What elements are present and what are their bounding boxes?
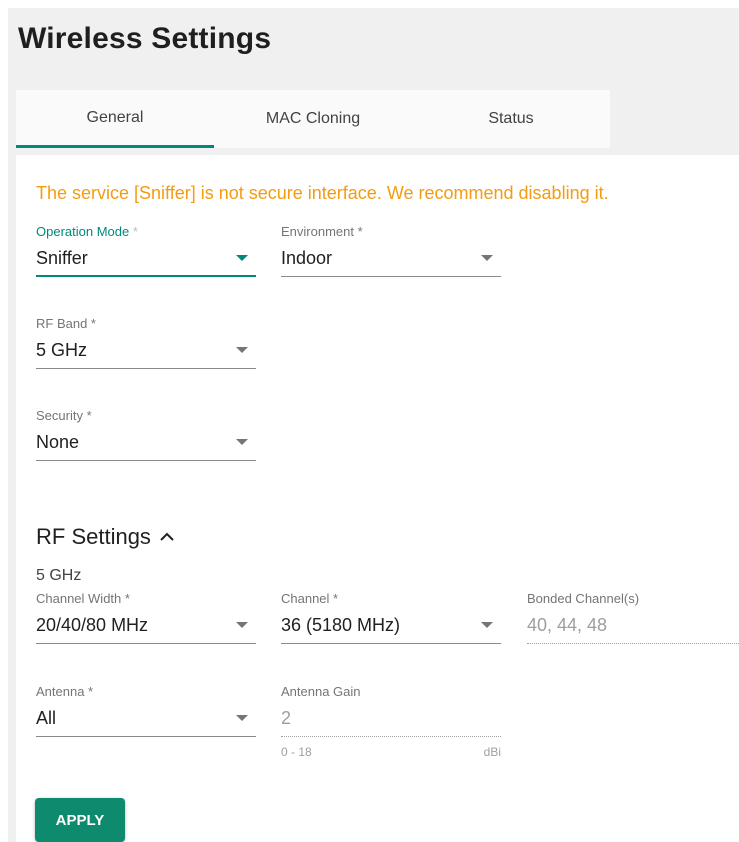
operation-mode-label: Operation Mode *	[36, 224, 138, 239]
channel-width-value: 20/40/80 MHz	[36, 615, 149, 635]
dropdown-caret-icon	[481, 255, 493, 261]
antenna-select[interactable]: All	[36, 706, 256, 737]
tab-status[interactable]: Status	[412, 90, 610, 148]
bonded-channels-field: Bonded Channel(s) 40, 44, 48	[527, 591, 739, 644]
operation-mode-value: Sniffer	[36, 248, 88, 268]
rf-band-field: RF Band * 5 GHz	[36, 316, 256, 369]
required-marker: *	[132, 224, 138, 239]
channel-value: 36 (5180 MHz)	[281, 615, 401, 635]
dropdown-caret-icon	[236, 255, 248, 261]
channel-width-field: Channel Width * 20/40/80 MHz	[36, 591, 256, 644]
chevron-up-icon	[160, 532, 174, 541]
channel-width-label: Channel Width *	[36, 591, 130, 606]
channel-width-select[interactable]: 20/40/80 MHz	[36, 613, 256, 644]
channel-label: Channel *	[281, 591, 339, 606]
operation-mode-select[interactable]: Sniffer	[36, 246, 256, 277]
antenna-gain-hint: 0 - 18 dBi	[281, 745, 501, 759]
bonded-channels-label: Bonded Channel(s)	[527, 591, 640, 606]
antenna-gain-label: Antenna Gain	[281, 684, 361, 699]
dropdown-caret-icon	[236, 439, 248, 445]
security-warning: The service [Sniffer] is not secure inte…	[36, 183, 609, 203]
channel-select[interactable]: 36 (5180 MHz)	[281, 613, 501, 644]
antenna-gain-value: 2	[281, 708, 292, 728]
channel-field: Channel * 36 (5180 MHz)	[281, 591, 501, 644]
security-field: Security * None	[36, 408, 256, 461]
antenna-label: Antenna *	[36, 684, 94, 699]
antenna-gain-input: 2	[281, 706, 501, 737]
apply-button[interactable]: APPLY	[35, 798, 125, 842]
tab-bar: General MAC Cloning Status	[16, 90, 610, 148]
environment-field: Environment * Indoor	[281, 224, 501, 277]
bonded-channels-display: 40, 44, 48	[527, 613, 739, 644]
security-label: Security *	[36, 408, 92, 423]
rf-band-select[interactable]: 5 GHz	[36, 338, 256, 369]
bonded-channels-value: 40, 44, 48	[527, 615, 608, 635]
environment-label: Environment *	[281, 224, 363, 239]
operation-mode-field: Operation Mode * Sniffer	[36, 224, 256, 277]
security-select[interactable]: None	[36, 430, 256, 461]
rf-settings-toggle[interactable]: RF Settings	[36, 524, 175, 550]
environment-value: Indoor	[281, 248, 333, 268]
security-value: None	[36, 432, 80, 452]
dropdown-caret-icon	[236, 347, 248, 353]
antenna-gain-unit: dBi	[483, 745, 501, 759]
tab-mac-cloning[interactable]: MAC Cloning	[214, 90, 412, 148]
antenna-gain-range: 0 - 18	[281, 745, 312, 759]
dropdown-caret-icon	[481, 622, 493, 628]
rf-settings-title: RF Settings	[36, 524, 151, 549]
page-title: Wireless Settings	[18, 22, 272, 55]
antenna-value: All	[36, 708, 57, 728]
dropdown-caret-icon	[236, 622, 248, 628]
antenna-field: Antenna * All	[36, 684, 256, 737]
dropdown-caret-icon	[236, 715, 248, 721]
rf-band-subtitle: 5 GHz	[36, 567, 82, 584]
rf-band-value: 5 GHz	[36, 340, 88, 360]
environment-select[interactable]: Indoor	[281, 246, 501, 277]
antenna-gain-field: Antenna Gain 2 0 - 18 dBi	[281, 684, 501, 759]
rf-band-label: RF Band *	[36, 316, 96, 331]
tab-general[interactable]: General	[16, 90, 214, 148]
